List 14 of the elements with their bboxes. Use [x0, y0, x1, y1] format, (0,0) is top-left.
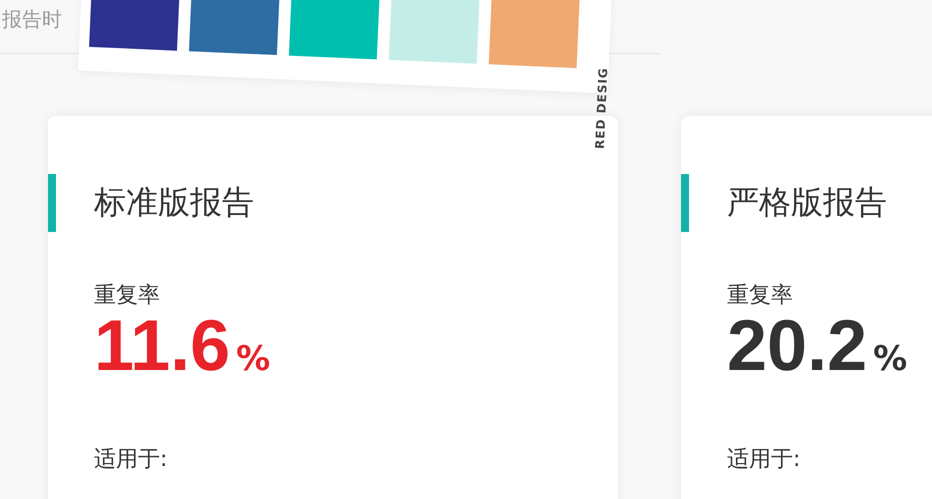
applies-label: 适用于:	[727, 446, 800, 474]
rate-value: 20.2	[727, 310, 868, 382]
accent-bar	[681, 174, 689, 232]
rate-label: 重复率	[727, 282, 793, 310]
applies-label: 适用于:	[94, 446, 168, 474]
rate-value: 11.6	[94, 310, 230, 382]
card-title: 标准版报告	[94, 182, 254, 223]
header-title: 报告时	[2, 6, 62, 33]
rate-unit: %	[873, 342, 908, 376]
palette-caption: RED DESIG	[593, 67, 611, 150]
card-title: 严格版报告	[727, 182, 887, 223]
rate-label: 重复率	[94, 282, 160, 310]
accent-bar	[48, 174, 56, 232]
rate-unit: %	[236, 342, 270, 376]
